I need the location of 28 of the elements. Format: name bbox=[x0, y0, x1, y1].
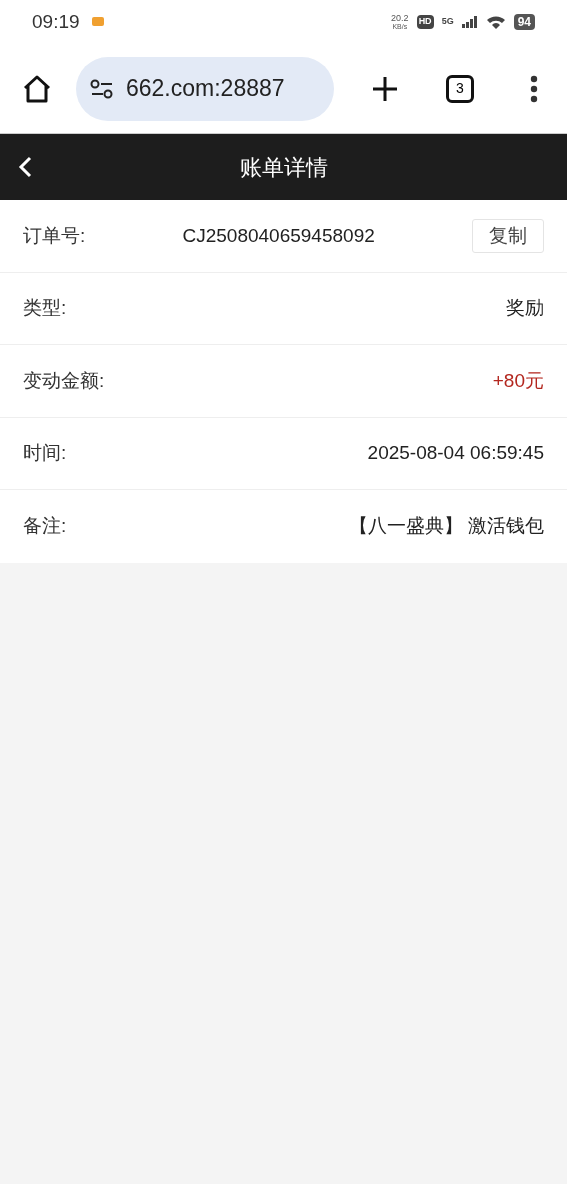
network-label: 5G bbox=[441, 15, 454, 29]
back-icon[interactable] bbox=[18, 156, 32, 178]
signal-icon bbox=[461, 16, 478, 28]
field-label: 类型: bbox=[23, 296, 67, 321]
field-label: 备注: bbox=[23, 514, 67, 539]
site-settings-icon[interactable] bbox=[90, 78, 114, 99]
field-label: 变动金额: bbox=[23, 368, 105, 393]
tab-count-button[interactable]: 3 bbox=[446, 74, 474, 103]
network-speed: 20.2 bbox=[391, 14, 409, 23]
field-value: 【八一盛典】 激活钱包 bbox=[347, 514, 544, 539]
home-icon[interactable] bbox=[22, 73, 52, 104]
url-text: 662.com:28887 bbox=[126, 74, 285, 104]
copy-button[interactable]: 复制 bbox=[472, 218, 544, 253]
field-label: 订单号: bbox=[23, 223, 86, 248]
status-time: 09:19 bbox=[32, 9, 80, 34]
battery-level: 94 bbox=[513, 14, 535, 30]
hd-badge: HD bbox=[416, 15, 434, 29]
field-value: 奖励 bbox=[505, 296, 544, 321]
wifi-icon bbox=[485, 15, 506, 29]
field-label: 时间: bbox=[23, 441, 67, 466]
field-value: +80元 bbox=[491, 368, 544, 393]
new-tab-icon[interactable] bbox=[372, 75, 398, 102]
page-title: 账单详情 bbox=[239, 153, 328, 182]
field-value: CJ2508040659458092 bbox=[181, 223, 376, 248]
address-bar[interactable]: 662.com:28887 bbox=[76, 56, 334, 121]
field-value: 2025-08-04 06:59:45 bbox=[366, 441, 544, 466]
message-icon bbox=[91, 17, 104, 27]
more-icon[interactable] bbox=[530, 74, 538, 103]
